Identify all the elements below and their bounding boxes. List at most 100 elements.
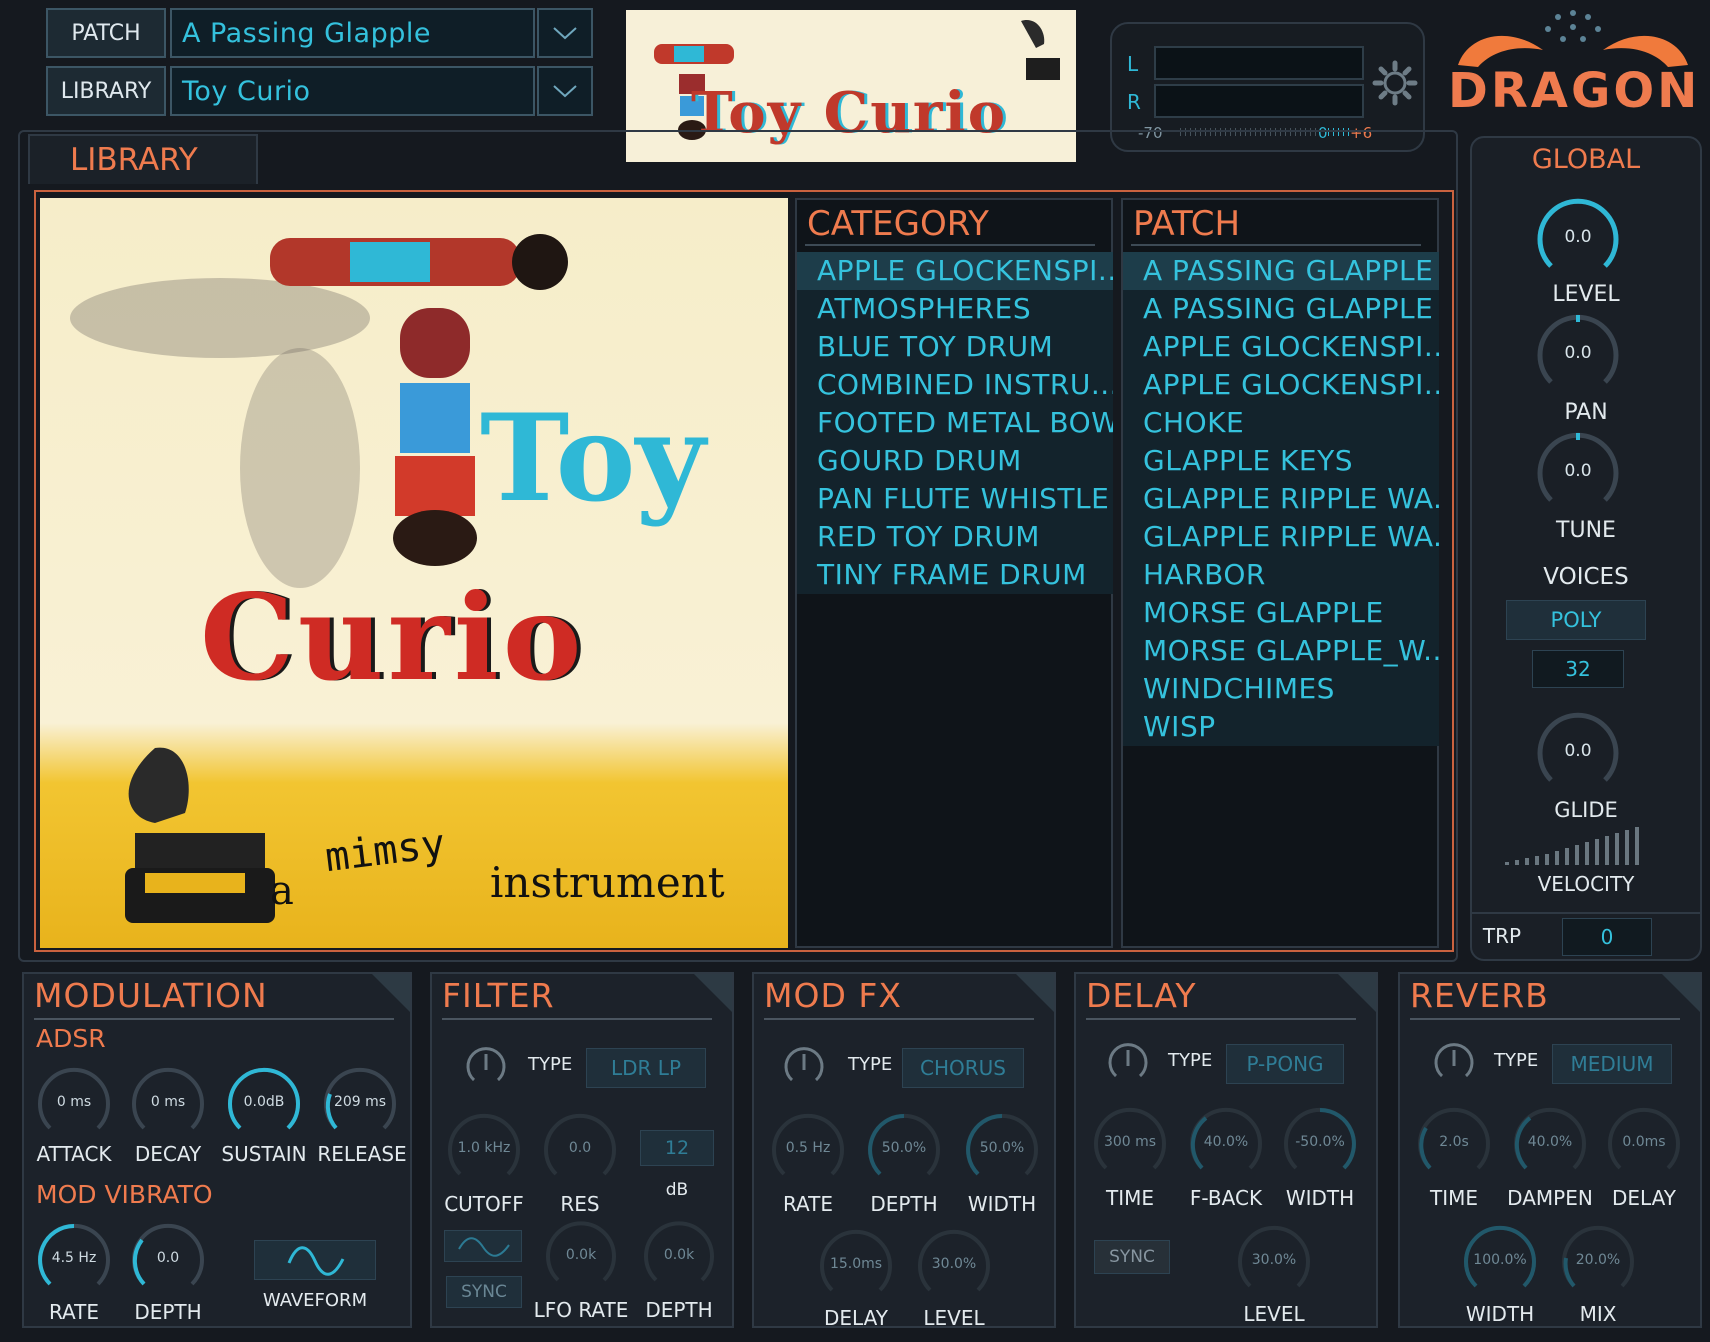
power-icon[interactable] [1106, 1042, 1150, 1086]
lfo-depth-value: 0.0k [663, 1247, 695, 1263]
velocity-curve[interactable] [1503, 826, 1653, 866]
power-icon[interactable] [782, 1046, 826, 1090]
meter-left-label: L [1127, 52, 1139, 76]
filter-lfo-waveform[interactable] [444, 1230, 522, 1262]
library-tab-label: LIBRARY [70, 142, 198, 178]
list-item[interactable]: MORSE GLAPPLE_W... [1123, 632, 1439, 670]
panel-corner-icon [372, 974, 410, 1012]
delay-fback-label: F-BACK [1189, 1186, 1263, 1210]
attack-knob[interactable]: 0 ms [34, 1064, 114, 1144]
reverb-mix-knob[interactable]: 20.0% [1558, 1222, 1638, 1302]
modfx-depth-knob[interactable]: 50.0% [864, 1110, 944, 1190]
vibrato-depth-knob[interactable]: 0.0 [128, 1220, 208, 1300]
pan-knob[interactable]: 0.0 [1533, 310, 1623, 400]
library-field[interactable]: Toy Curio [170, 66, 535, 116]
meter-right-label: R [1127, 90, 1141, 114]
modfx-rate-knob[interactable]: 0.5 Hz [768, 1110, 848, 1190]
category-divider [805, 244, 1095, 246]
list-item[interactable]: FOOTED METAL BOW [797, 404, 1113, 442]
list-item[interactable]: A PASSING GLAPPLE [1123, 290, 1439, 328]
filter-sync-button[interactable]: SYNC [446, 1276, 522, 1308]
list-item[interactable]: CHOKE [1123, 404, 1439, 442]
list-item[interactable]: GLAPPLE RIPPLE WA... [1123, 480, 1439, 518]
modfx-level-knob[interactable]: 30.0% [914, 1226, 994, 1306]
global-title: GLOBAL [1531, 144, 1641, 175]
sustain-knob[interactable]: 0.0dB [224, 1064, 304, 1144]
vibrato-rate-knob[interactable]: 4.5 Hz [34, 1220, 114, 1300]
list-item[interactable]: WISP [1123, 708, 1439, 746]
cutoff-knob[interactable]: 1.0 kHz [444, 1110, 524, 1190]
list-item[interactable]: GOURD DRUM [797, 442, 1113, 480]
list-item[interactable]: RED TOY DRUM [797, 518, 1113, 556]
release-label: RELEASE [317, 1142, 407, 1166]
list-item[interactable]: TINY FRAME DRUM [797, 556, 1113, 594]
delay-time-knob[interactable]: 300 ms [1090, 1104, 1170, 1184]
delay-type-label: TYPE [1168, 1050, 1213, 1071]
modfx-width-knob[interactable]: 50.0% [962, 1110, 1042, 1190]
list-item[interactable]: WINDCHIMES [1123, 670, 1439, 708]
pan-value: 0.0 [1564, 343, 1592, 363]
reverb-width-knob[interactable]: 100.0% [1460, 1222, 1540, 1302]
library-tab[interactable]: LIBRARY [28, 134, 258, 184]
gear-icon[interactable] [1372, 60, 1418, 106]
level-knob[interactable]: 0.0 [1533, 194, 1623, 284]
delay-fback-knob[interactable]: 40.0% [1186, 1104, 1266, 1184]
list-item[interactable]: HARBOR [1123, 556, 1439, 594]
lfo-rate-label: LFO RATE [533, 1298, 629, 1322]
filter-slope-field[interactable]: 12 [640, 1130, 714, 1166]
delay-level-knob[interactable]: 30.0% [1234, 1222, 1314, 1302]
modulation-title: MODULATION [34, 976, 268, 1015]
list-item[interactable]: ATMOSPHERES [797, 290, 1113, 328]
reverb-type-select[interactable]: MEDIUM [1552, 1044, 1672, 1084]
list-item[interactable]: GLAPPLE KEYS [1123, 442, 1439, 480]
patch-field[interactable]: A Passing Glapple [170, 8, 535, 58]
lfo-depth-knob[interactable]: 0.0k [640, 1218, 718, 1296]
glide-knob[interactable]: 0.0 [1533, 708, 1623, 798]
modfx-width-label: WIDTH [967, 1192, 1037, 1216]
tune-knob[interactable]: 0.0 [1533, 428, 1623, 518]
modfx-type-select[interactable]: CHORUS [902, 1048, 1024, 1088]
power-icon[interactable] [1432, 1042, 1476, 1086]
voices-mode-button[interactable]: POLY [1506, 600, 1646, 640]
patch-list-header: PATCH [1133, 204, 1241, 244]
delay-type-select[interactable]: P-PONG [1226, 1044, 1344, 1084]
panel-corner-icon [694, 974, 732, 1012]
waveform-selector[interactable] [254, 1240, 376, 1280]
artwork-tagline-a: a [270, 868, 294, 914]
category-header: CATEGORY [807, 204, 989, 244]
decay-value: 0 ms [150, 1094, 186, 1110]
list-item[interactable]: A PASSING GLAPPLE [1123, 252, 1439, 290]
delay-sync-button[interactable]: SYNC [1094, 1240, 1170, 1274]
reverb-delay-label: DELAY [1612, 1186, 1676, 1210]
patch-dropdown-button[interactable] [537, 8, 593, 58]
modfx-delay-knob[interactable]: 15.0ms [816, 1226, 896, 1306]
voices-count-field[interactable]: 32 [1532, 650, 1624, 688]
artwork-title-curio: Curio [200, 568, 586, 707]
library-label: LIBRARY [46, 66, 166, 116]
decay-knob[interactable]: 0 ms [128, 1064, 208, 1144]
waveform-label: WAVEFORM [262, 1290, 368, 1311]
lfo-rate-knob[interactable]: 0.0k [542, 1218, 620, 1296]
panel-corner-icon [1016, 974, 1054, 1012]
reverb-dampen-knob[interactable]: 40.0% [1510, 1104, 1590, 1184]
res-knob[interactable]: 0.0 [540, 1110, 620, 1190]
trp-field[interactable]: 0 [1562, 918, 1652, 956]
library-artwork: Toy Curio a mimsy instrument [40, 198, 788, 948]
library-dropdown-button[interactable] [537, 66, 593, 116]
list-item[interactable]: APPLE GLOCKENSPI... [1123, 328, 1439, 366]
list-item[interactable]: GLAPPLE RIPPLE WA... [1123, 518, 1439, 556]
power-icon[interactable] [464, 1046, 508, 1090]
list-item[interactable]: APPLE GLOCKENSPI... [797, 252, 1113, 290]
list-item[interactable]: BLUE TOY DRUM [797, 328, 1113, 366]
level-label: LEVEL [1552, 282, 1620, 307]
reverb-time-knob[interactable]: 2.0s [1414, 1104, 1494, 1184]
list-item[interactable]: MORSE GLAPPLE [1123, 594, 1439, 632]
filter-type-select[interactable]: LDR LP [586, 1048, 706, 1088]
list-item[interactable]: COMBINED INSTRU... [797, 366, 1113, 404]
list-item[interactable]: PAN FLUTE WHISTLE [797, 480, 1113, 518]
release-knob[interactable]: 209 ms [320, 1064, 400, 1144]
reverb-delay-knob[interactable]: 0.0ms [1604, 1104, 1684, 1184]
delay-width-knob[interactable]: -50.0% [1280, 1104, 1360, 1184]
list-item[interactable]: APPLE GLOCKENSPI... [1123, 366, 1439, 404]
patch-list: A PASSING GLAPPLE A PASSING GLAPPLE APPL… [1123, 252, 1439, 746]
